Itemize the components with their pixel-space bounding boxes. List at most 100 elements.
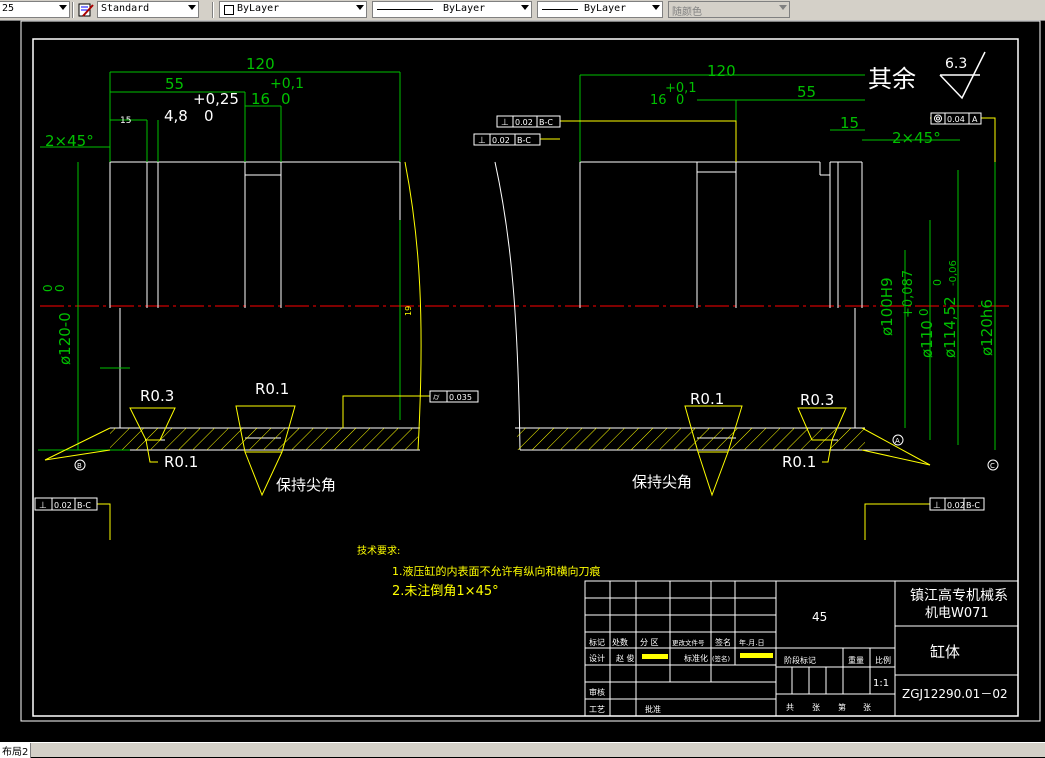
notes-line-1: 1.液压缸的内表面不允许有纵向和横向刀痕: [392, 564, 601, 578]
datum-a-label: A: [895, 437, 900, 445]
chevron-down-icon[interactable]: [356, 5, 364, 10]
dimension-style-dropdown[interactable]: 25: [0, 1, 70, 18]
dim-16-tol-left: 0: [281, 90, 291, 108]
gdt-concentric-ref: A: [972, 115, 978, 124]
dim-chamfer-right: 2×45°: [892, 129, 941, 147]
tb-h-sheets: 张: [812, 703, 820, 712]
notes-title: 技术要求:: [357, 544, 400, 557]
tb-h-review: 审核: [589, 687, 605, 697]
notes-line-2: 2.未注倒角1×45°: [392, 584, 499, 599]
dim-dia-100: ø100H9: [878, 277, 896, 336]
dim-dia-120-tol-b: 0: [53, 284, 67, 292]
right-hatch-section: [517, 428, 865, 450]
designer-signature-bar: [642, 654, 668, 659]
keep-sharp-left: 保持尖角: [276, 476, 336, 494]
dim-chamfer-left: 2×45°: [45, 132, 94, 150]
perpendicularity-icon: ⊥: [478, 136, 486, 146]
tb-drawing-no: ZGJ12290.01－02: [902, 687, 1008, 701]
tb-h-zone: 分 区: [640, 638, 659, 647]
tb-scale: 1:1: [873, 678, 889, 689]
chevron-down-icon[interactable]: [59, 5, 67, 10]
dim-dia-110-tol-upper: +0,087: [901, 270, 916, 318]
gdt-top1-ref: B-C: [539, 118, 553, 127]
tb-school-2: 机电W071: [925, 606, 989, 621]
tb-h-stage: 阶段标记: [784, 655, 816, 665]
dim-48-tol: 0: [204, 107, 214, 125]
gdt-bl-ref: B-C: [77, 501, 91, 510]
dim-dia-120-right: ø120h6: [978, 299, 996, 356]
lineweight-value: ByLayer: [584, 3, 627, 14]
tb-h-date: 年.月.日: [739, 638, 764, 647]
dim-tol-025: +0,25: [193, 90, 239, 108]
tb-h-sheet2: 张: [863, 703, 871, 712]
toolbar-separator: [212, 2, 214, 18]
tb-material: 45: [812, 610, 827, 624]
text-style-dropdown[interactable]: Standard: [97, 1, 199, 18]
gdt-leaders: [95, 117, 996, 540]
left-white-dims: +0,25 4,8 0: [164, 90, 239, 125]
tb-h-qty: 处数: [612, 637, 628, 647]
lineweight-dropdown[interactable]: ByLayer: [537, 1, 663, 18]
dim-dia-120-left: ø120-0: [56, 312, 74, 365]
gdt-top1-value: 0.02: [515, 118, 533, 127]
gdt-br-ref: B-C: [966, 501, 980, 510]
datum-b-label: B: [77, 462, 82, 470]
tb-h-mark: 标记: [589, 637, 605, 647]
line-sample-icon: [377, 9, 433, 10]
plot-style-value: 随颜色: [672, 7, 702, 18]
linetype-value: ByLayer: [443, 3, 486, 14]
radius-01-right-top: R0.1: [690, 390, 724, 408]
dim-dia-114: ø114,52: [941, 296, 959, 358]
chevron-down-icon[interactable]: [521, 5, 529, 10]
line-sample-icon: [542, 9, 578, 10]
tb-h-std: 标准化: [684, 653, 708, 663]
roughness-value: 6.3: [945, 56, 967, 72]
layout-tabs-bar: 布局2: [0, 742, 1045, 758]
linetype-dropdown[interactable]: ByLayer: [372, 1, 532, 18]
dim-dia-114-tol-upper: 0: [931, 279, 944, 286]
tb-school-1: 镇江高专机械系: [910, 587, 1008, 604]
dim-48: 4,8: [164, 107, 188, 125]
dim-dia-110-tol-lower: 0: [917, 308, 931, 316]
text-style-icon[interactable]: [78, 2, 94, 18]
datum-c-label: C: [990, 462, 995, 470]
radius-01-left-bottom: R0.1: [164, 453, 198, 471]
gdt-concentric-value: 0.04: [947, 115, 965, 124]
dim-16-right: 16: [650, 93, 667, 108]
properties-toolbar: 25 Standard ByLayer ByLayer ByLayer 随颜色: [0, 0, 1045, 21]
dim-15-right: 15: [840, 114, 859, 132]
text-style-value: Standard: [101, 3, 150, 14]
cylindricity-icon: ⌭: [433, 393, 440, 403]
dim-55-left: 55: [165, 75, 184, 93]
gdt-top2-ref: B-C: [517, 136, 531, 145]
tb-h-sign2: (签名): [712, 654, 730, 663]
dimension-style-value: 25: [2, 3, 15, 14]
layer-color-value: ByLayer: [237, 3, 280, 14]
radius-01-left-top: R0.1: [255, 380, 289, 398]
dim-15-left: 15: [120, 116, 131, 126]
dim-120-right: 120: [707, 62, 736, 80]
gdt-br-value: 0.02: [947, 501, 965, 510]
gdt-cyl-value: 0.035: [449, 393, 472, 402]
toolbar-separator: [72, 2, 74, 18]
tb-h-sign: 签名: [715, 637, 731, 647]
tb-h-approve: 批准: [645, 704, 661, 714]
chevron-down-icon[interactable]: [779, 5, 787, 10]
dim-16-left: 16: [251, 90, 270, 108]
tb-h-craft: 工艺: [589, 705, 605, 714]
chevron-down-icon[interactable]: [188, 5, 196, 10]
chevron-down-icon[interactable]: [652, 5, 660, 10]
tb-h-weight: 重量: [848, 655, 864, 665]
radius-01-right-bottom: R0.1: [782, 453, 816, 471]
plot-style-dropdown[interactable]: 随颜色: [668, 1, 790, 18]
tb-h-total: 共: [786, 703, 794, 712]
tb-h-docno: 更改文件号: [672, 638, 705, 647]
drawing-canvas[interactable]: 其余 6.3 120 55 +0,1 16 0 2×45° 15 ø120-0 …: [0, 20, 1045, 742]
tb-h-design: 设计: [589, 653, 605, 663]
perpendicularity-icon: ⊥: [39, 501, 47, 511]
tb-h-scale: 比例: [875, 655, 891, 665]
radius-03-left: R0.3: [140, 387, 174, 405]
dim-dia-110: ø110: [918, 320, 936, 358]
layer-color-dropdown[interactable]: ByLayer: [219, 1, 367, 18]
dim-16-tol-right: 0: [676, 93, 684, 108]
